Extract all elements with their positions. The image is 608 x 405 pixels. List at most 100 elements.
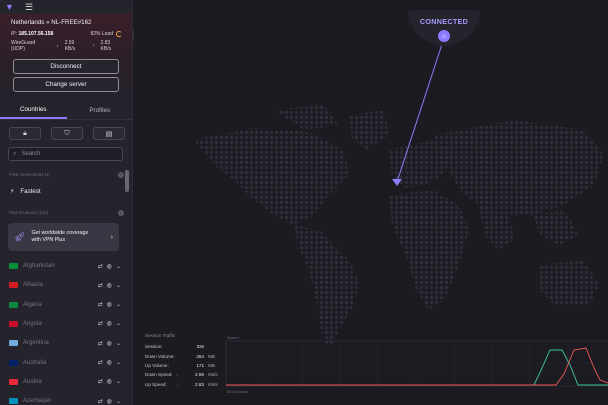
filter-buttons: 🔒︎ ⛉ ▤ bbox=[9, 127, 125, 140]
country-item[interactable]: Angola ⇄ ◍ ⌄ bbox=[9, 319, 121, 329]
shield-icon: ⛉ bbox=[64, 129, 70, 137]
globe-icon: ◍ bbox=[106, 263, 112, 270]
country-item[interactable]: Australia ⇄ ◍ ⌄ bbox=[9, 358, 121, 368]
stat-row: Session: 33s bbox=[145, 344, 204, 350]
globe-icon: ◍ bbox=[106, 340, 112, 347]
country-name: Austria bbox=[23, 378, 42, 385]
p2p-icon: ⇄ bbox=[97, 302, 103, 309]
chevron-down-icon[interactable]: ⌄ bbox=[116, 359, 121, 366]
country-name: Argentina bbox=[23, 340, 49, 347]
vpn-app-window: ▼ ☰ Netherlands » NL-FREE#162 IP: 185.10… bbox=[0, 0, 608, 405]
document-icon: ▤ bbox=[105, 130, 113, 138]
tab-countries[interactable]: Countries bbox=[0, 102, 67, 119]
country-actions: ⇄ ◍ ⌄ bbox=[98, 301, 121, 308]
server-load: 82% Load bbox=[90, 31, 122, 37]
graph-top-label: Speed bbox=[227, 335, 239, 340]
country-name: Algeria bbox=[23, 301, 42, 308]
country-item[interactable]: Afghanistan ⇄ ◍ ⌄ bbox=[9, 261, 121, 271]
down-rate: 2.59 KB/s bbox=[64, 40, 76, 52]
connection-panel: Netherlands » NL-FREE#162 IP: 185.107.56… bbox=[0, 14, 132, 100]
change-server-button[interactable]: Change server bbox=[13, 77, 119, 92]
globe-icon: ◍ bbox=[106, 379, 112, 386]
disconnect-button[interactable]: Disconnect bbox=[13, 59, 119, 74]
protocol: WireGuard (UDP) bbox=[11, 40, 36, 52]
load-ring-icon bbox=[116, 31, 122, 37]
chevron-down-icon[interactable]: ⌄ bbox=[116, 320, 121, 327]
chevron-right-icon: › bbox=[110, 233, 113, 241]
continents bbox=[194, 105, 604, 350]
p2p-icon: ⇄ bbox=[97, 340, 103, 347]
server-name: Netherlands » NL-FREE#162 bbox=[11, 19, 92, 26]
country-item[interactable]: Algeria ⇄ ◍ ⌄ bbox=[9, 300, 121, 310]
country-actions: ⇄ ◍ ⌄ bbox=[98, 398, 121, 405]
p2p-icon: ⇄ bbox=[97, 379, 103, 386]
flag-icon bbox=[9, 320, 18, 327]
netshield-filter-button[interactable]: ⛉ bbox=[51, 127, 83, 140]
scrollbar[interactable] bbox=[125, 170, 129, 192]
upgrade-promo-banner[interactable]: 🚀︎ Get worldwide coverage with VPN Plus … bbox=[8, 223, 119, 251]
top-bar: ▼ ☰ bbox=[0, 0, 132, 14]
fastest-item[interactable]: ⚡︎ Fastest bbox=[10, 188, 41, 195]
ip-address: IP: 185.107.56.158 bbox=[11, 31, 54, 37]
country-item[interactable]: Azerbaijan ⇄ ◍ ⌄ bbox=[9, 396, 121, 405]
sidebar-tabs: Countries Profiles bbox=[0, 102, 133, 120]
country-actions: ⇄ ◍ ⌄ bbox=[98, 263, 121, 270]
flag-icon bbox=[9, 301, 18, 308]
home-icon[interactable]: ⌂ bbox=[438, 30, 450, 42]
rocket-icon: 🚀︎ bbox=[14, 231, 26, 242]
stat-row: Up Speed: ↑ 2.83 KB/s bbox=[145, 381, 218, 387]
chevron-down-icon[interactable]: ⌄ bbox=[116, 301, 121, 308]
stat-row: Up Volume: 171 MB bbox=[145, 362, 215, 368]
p2p-icon: ⇄ bbox=[97, 282, 103, 289]
flag-icon bbox=[9, 398, 18, 405]
traffic-graph bbox=[225, 340, 608, 387]
country-name: Australia bbox=[23, 359, 47, 366]
chevron-down-icon[interactable]: ⌄ bbox=[116, 282, 121, 289]
search-icon: ⌕ bbox=[13, 150, 17, 157]
flag-icon bbox=[9, 263, 18, 269]
bolt-icon: ⚡︎ bbox=[10, 188, 15, 195]
globe-icon: ◍ bbox=[106, 321, 112, 328]
country-actions: ⇄ ◍ ⌄ bbox=[98, 378, 121, 385]
ip-row: IP: 185.107.56.158 82% Load bbox=[11, 31, 122, 37]
tab-profiles[interactable]: Profiles bbox=[67, 102, 133, 119]
hamburger-icon[interactable]: ☰ bbox=[25, 2, 33, 12]
plus-locations-header: Plus locations (115) i bbox=[9, 210, 124, 216]
p2p-icon: ⇄ bbox=[97, 321, 103, 328]
country-item[interactable]: Argentina ⇄ ◍ ⌄ bbox=[9, 338, 121, 348]
country-actions: ⇄ ◍ ⌄ bbox=[98, 340, 121, 347]
down-arrow-icon: ↓ bbox=[56, 43, 59, 49]
country-actions: ⇄ ◍ ⌄ bbox=[98, 320, 121, 327]
protonvpn-logo-icon: ▼ bbox=[5, 1, 14, 12]
country-item[interactable]: Albania ⇄ ◍ ⌄ bbox=[9, 280, 121, 290]
chevron-down-icon[interactable]: ⌄ bbox=[116, 378, 121, 385]
promo-text: Get worldwide coverage with VPN Plus bbox=[31, 230, 89, 243]
country-item[interactable]: Austria ⇄ ◍ ⌄ bbox=[9, 377, 121, 387]
country-name: Afghanistan bbox=[23, 263, 55, 269]
up-speed-line bbox=[226, 347, 608, 386]
session-traffic-title: Session Traffic bbox=[145, 333, 176, 338]
down-speed-line bbox=[226, 349, 608, 386]
up-arrow-icon: ↑ bbox=[92, 43, 95, 49]
country-name: Azerbaijan bbox=[23, 398, 52, 405]
info-icon[interactable]: i bbox=[118, 172, 124, 178]
chevron-down-icon[interactable]: ⌄ bbox=[116, 398, 121, 405]
session-traffic-panel: Session Traffic Session: 33s Down Volume:… bbox=[145, 333, 223, 389]
p2p-icon: ⇄ bbox=[97, 263, 103, 270]
info-icon[interactable]: i bbox=[118, 210, 124, 216]
connection-status: CONNECTED bbox=[419, 17, 469, 26]
free-connections-header: Free connections (1) i bbox=[9, 172, 124, 178]
chevron-down-icon[interactable]: ⌄ bbox=[116, 340, 121, 347]
search-input[interactable]: ⌕ Search bbox=[8, 147, 123, 161]
p2p-icon: ⇄ bbox=[97, 398, 103, 405]
lock-icon: 🔒︎ bbox=[23, 129, 27, 137]
stat-row: Down Volume: 264 MB bbox=[145, 353, 215, 359]
secure-core-filter-button[interactable]: 🔒︎ bbox=[9, 127, 41, 140]
country-name: Albania bbox=[23, 282, 44, 289]
sidebar: ▼ ☰ Netherlands » NL-FREE#162 IP: 185.10… bbox=[0, 0, 133, 405]
p2p-filter-button[interactable]: ▤ bbox=[93, 127, 125, 140]
search-placeholder: Search bbox=[21, 151, 41, 157]
country-actions: ⇄ ◍ ⌄ bbox=[98, 282, 121, 289]
chevron-down-icon[interactable]: ⌄ bbox=[116, 263, 121, 270]
globe-icon: ◍ bbox=[106, 360, 112, 366]
